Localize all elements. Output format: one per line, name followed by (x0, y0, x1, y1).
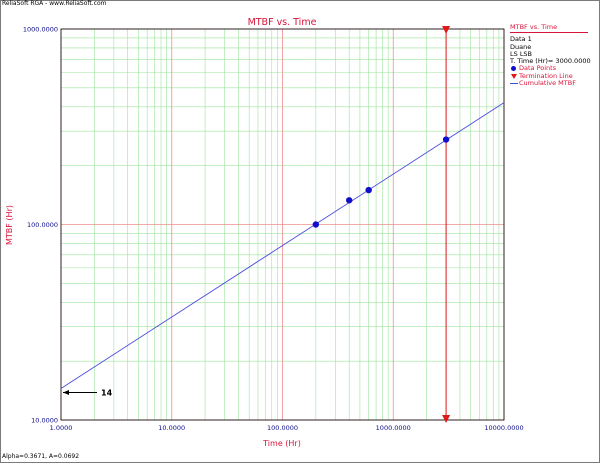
x-tick-label: 10.0000 (158, 424, 185, 432)
tick-labels: 1.0000 10.0000 100.0000 1000.0000 10000.0000… (23, 26, 524, 433)
y-tick-label: 10.0000 (31, 417, 58, 425)
data-point (312, 221, 320, 228)
legend-item-cumulative-mtbf: Cumulative MTBF (510, 79, 588, 88)
dot-icon (511, 66, 516, 72)
data-point (345, 197, 353, 204)
termination-marker-bottom (442, 415, 451, 423)
y-tick-label: 100.0000 (27, 221, 58, 229)
legend-title: MTBF vs. Time (510, 23, 588, 34)
y-axis-label: MTBF (Hr) (5, 205, 14, 245)
legend-item-label: Cumulative MTBF (519, 79, 576, 88)
triangle-down-icon (511, 73, 517, 79)
arrow-head-icon (63, 389, 69, 395)
data-point (442, 136, 450, 143)
legend: MTBF vs. Time Data 1 Duane LS LSB T. Tim… (510, 23, 591, 88)
annotation-label: 14 (101, 388, 113, 397)
x-axis-label: Time (Hr) (262, 439, 301, 448)
termination-marker-top (442, 26, 451, 34)
chart-title: MTBF vs. Time (248, 17, 317, 28)
x-tick-label: 100.0000 (267, 424, 298, 432)
x-tick-label: 1000.0000 (376, 424, 411, 432)
annotation-layer: 14 (63, 388, 113, 397)
data-point (365, 186, 372, 194)
y-tick-label: 1000.0000 (23, 26, 58, 34)
x-tick-label: 1.0000 (50, 424, 73, 432)
line-icon (510, 83, 518, 85)
x-tick-label: 10000.0000 (484, 424, 523, 432)
